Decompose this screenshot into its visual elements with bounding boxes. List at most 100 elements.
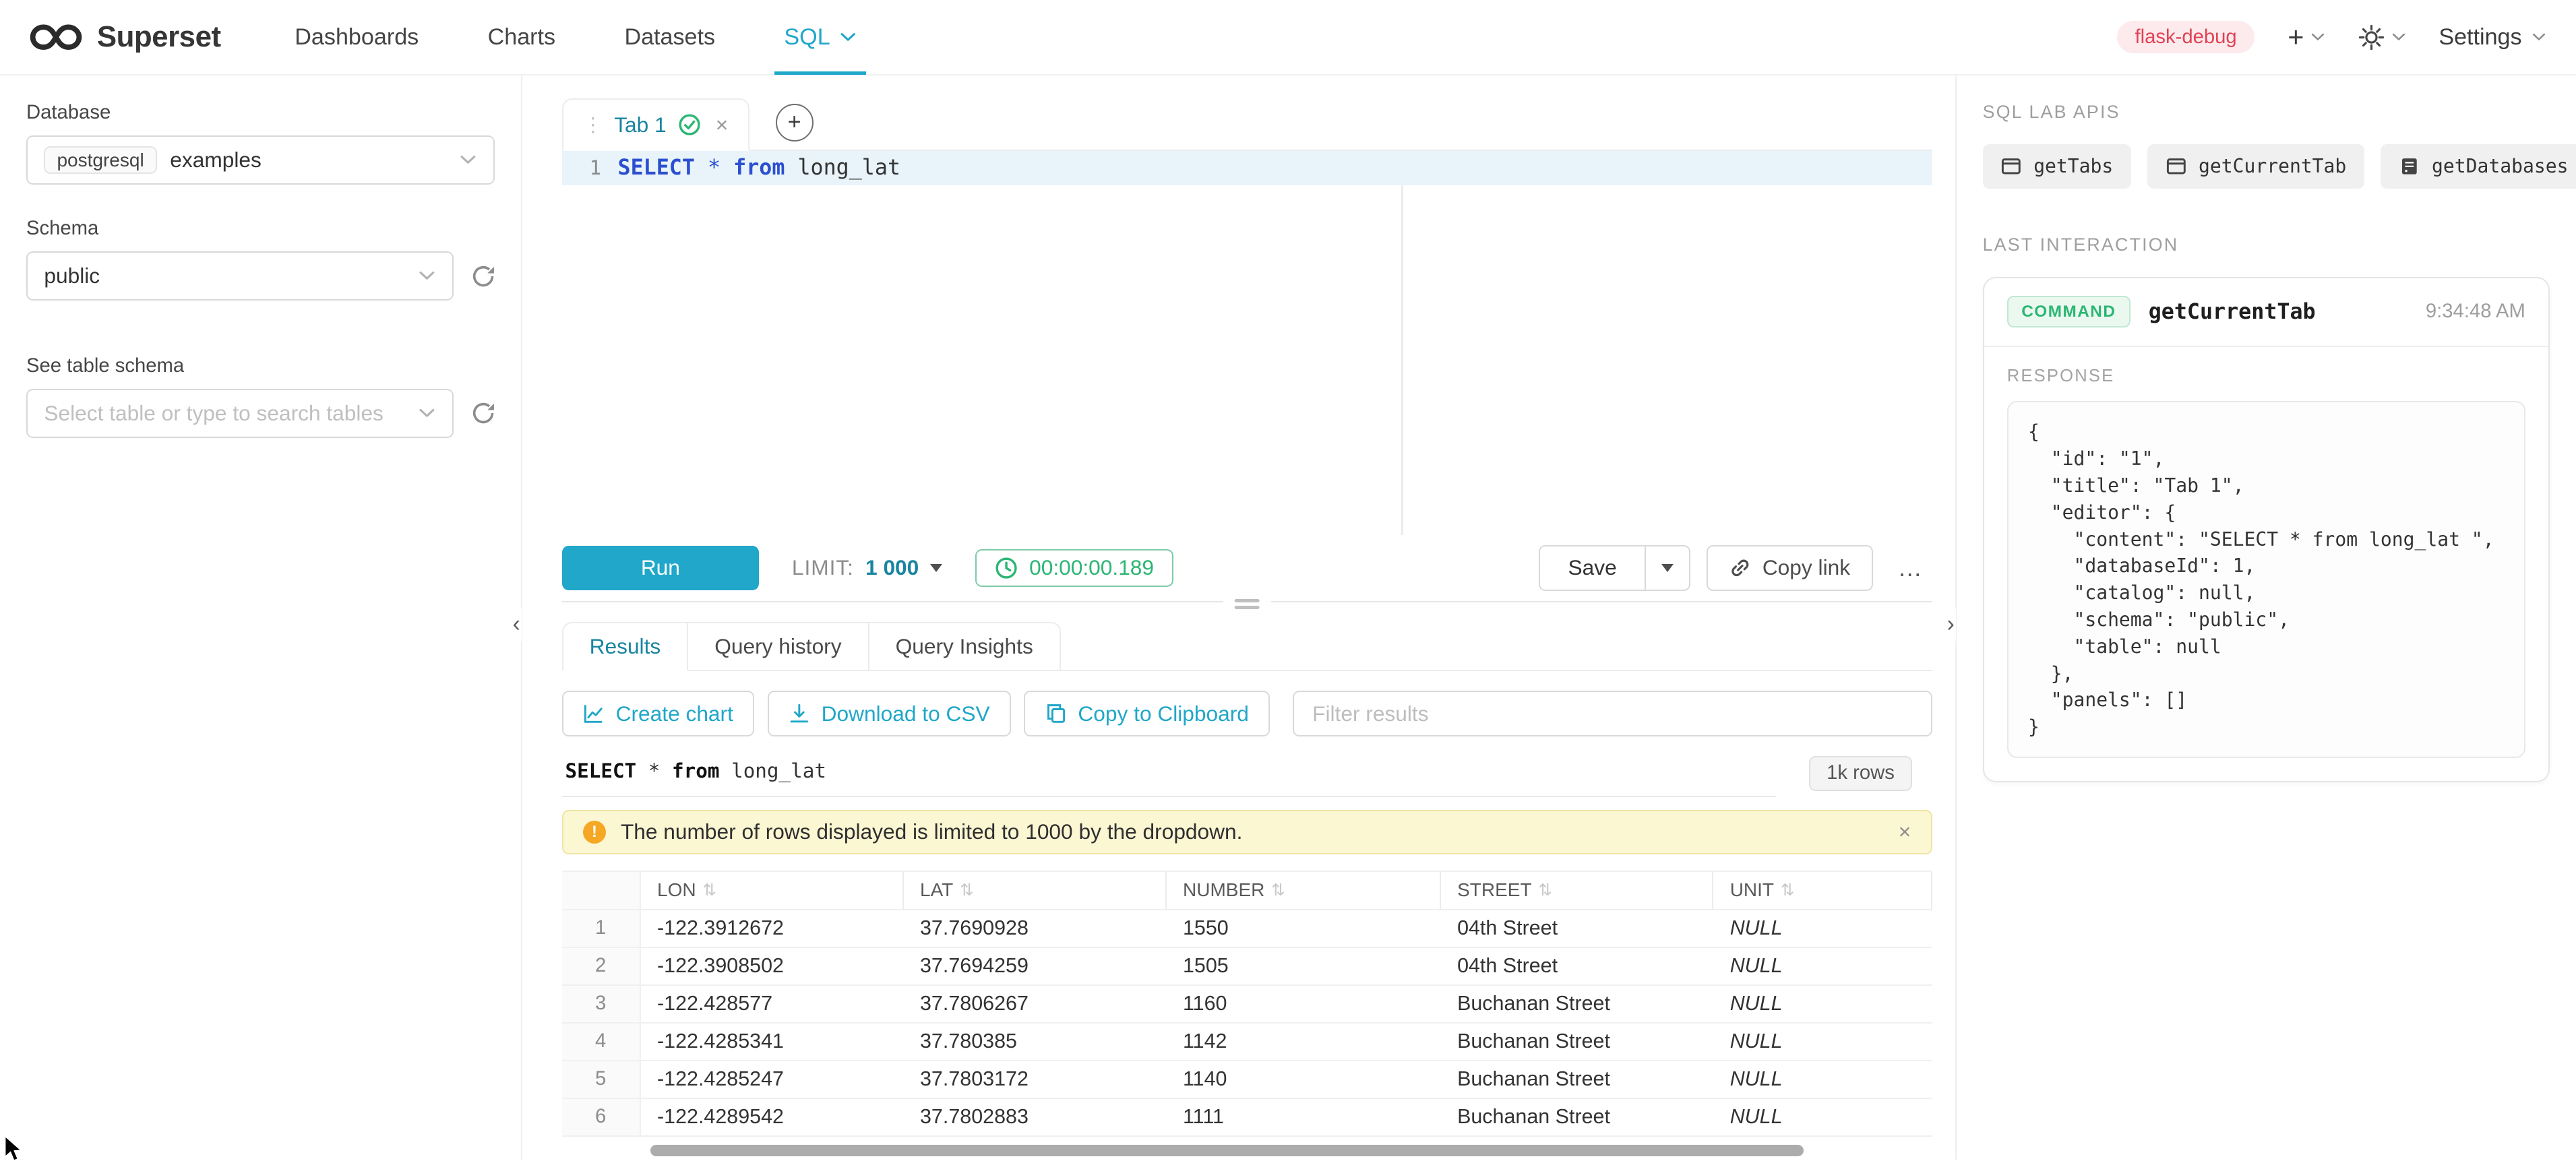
- warning-text: The number of rows displayed is limited …: [621, 819, 1243, 844]
- schema-select[interactable]: public: [26, 251, 454, 301]
- nav-item-dashboards[interactable]: Dashboards: [260, 0, 453, 75]
- caret-down-icon: [1661, 564, 1674, 572]
- close-tab-icon[interactable]: ×: [716, 113, 729, 137]
- sort-icon[interactable]: ⇅: [1538, 880, 1552, 900]
- refresh-icon: [472, 265, 495, 288]
- splitter-drag-handle[interactable]: [1223, 596, 1271, 612]
- refresh-schemas-button[interactable]: [472, 265, 495, 288]
- cell-lon: -122.4285247: [641, 1061, 904, 1098]
- plus-icon: +: [788, 109, 801, 135]
- window-icon: [2000, 156, 2022, 177]
- download-csv-label: Download to CSV: [822, 701, 990, 726]
- tab-results[interactable]: Results: [562, 622, 689, 671]
- cell-street: Buchanan Street: [1441, 1099, 1714, 1135]
- copy-link-label: Copy link: [1762, 555, 1850, 580]
- refresh-icon: [472, 402, 495, 425]
- chevron-down-icon: [840, 32, 856, 42]
- chevron-down-icon: [2532, 33, 2546, 41]
- get-current-tab-button[interactable]: getCurrentTab: [2147, 144, 2364, 189]
- cell-unit: NULL: [1713, 910, 1932, 947]
- sql-editor[interactable]: 1 SELECT * from long_lat: [562, 151, 1932, 535]
- editor-tab[interactable]: ⋮ Tab 1 ×: [562, 98, 749, 151]
- cell-lat: 37.7806267: [904, 986, 1167, 1022]
- database-select-value: examples: [170, 148, 262, 172]
- nav-menu: Dashboards Charts Datasets SQL: [260, 0, 891, 75]
- interaction-card-body: RESPONSE { "id": "1", "title": "Tab 1", …: [1984, 347, 2548, 782]
- create-chart-label: Create chart: [616, 701, 733, 726]
- create-chart-button[interactable]: Create chart: [562, 691, 755, 736]
- cell-lon: -122.3912672: [641, 910, 904, 947]
- horizontal-scrollbar-thumb[interactable]: [650, 1145, 1804, 1156]
- filter-results-input[interactable]: [1293, 691, 1932, 736]
- copy-link-button[interactable]: Copy link: [1707, 545, 1872, 591]
- tab-query-insights[interactable]: Query Insights: [869, 622, 1061, 671]
- save-dropdown-button[interactable]: [1646, 545, 1690, 591]
- get-databases-button[interactable]: getDatabases: [2381, 144, 2576, 189]
- query-timer: 00:00:00.189: [975, 549, 1173, 587]
- nav-item-sql[interactable]: SQL: [749, 0, 891, 75]
- cell-unit: NULL: [1713, 1024, 1932, 1060]
- sort-icon[interactable]: ⇅: [960, 880, 973, 900]
- row-number: 2: [562, 948, 641, 984]
- copy-clipboard-button[interactable]: Copy to Clipboard: [1024, 691, 1270, 736]
- tab-query-history[interactable]: Query history: [688, 622, 869, 671]
- results-actions: Create chart Download to CSV Copy to Cli…: [562, 691, 1932, 736]
- column-header-number[interactable]: NUMBER ⇅: [1167, 872, 1441, 909]
- collapse-right-panel-handle[interactable]: ›: [1945, 608, 1956, 641]
- get-current-tab-label: getCurrentTab: [2199, 155, 2346, 177]
- cell-unit: NULL: [1713, 1099, 1932, 1135]
- column-header-unit[interactable]: UNIT ⇅: [1713, 872, 1932, 909]
- table-select[interactable]: Select table or type to search tables: [26, 389, 454, 438]
- save-query-button[interactable]: Save: [1539, 545, 1646, 591]
- database-select[interactable]: postgresql examples: [26, 135, 495, 185]
- cell-lon: -122.4289542: [641, 1099, 904, 1135]
- more-options-button[interactable]: …: [1889, 554, 1932, 582]
- table-row: 4 -122.4285341 37.780385 1142 Buchanan S…: [562, 1024, 1932, 1061]
- cell-street: Buchanan Street: [1441, 1061, 1714, 1098]
- api-panel-title: SQL LAB APIS: [1983, 102, 2550, 123]
- limit-value: 1 000: [865, 555, 919, 580]
- nav-item-sql-label: SQL: [784, 24, 830, 51]
- mouse-cursor: [3, 1135, 23, 1162]
- line-number: 1: [562, 156, 618, 179]
- run-query-button[interactable]: Run: [562, 546, 760, 590]
- add-tab-button[interactable]: +: [776, 104, 814, 142]
- close-alert-icon[interactable]: ×: [1899, 819, 1911, 844]
- sql-identifier: long_lat: [797, 156, 900, 180]
- limit-dropdown[interactable]: LIMIT: 1 000: [792, 555, 942, 580]
- new-item-button[interactable]: +: [2288, 23, 2325, 51]
- column-header-lon[interactable]: LON ⇅: [641, 872, 904, 909]
- column-header-street[interactable]: STREET ⇅: [1441, 872, 1714, 909]
- column-header-lat[interactable]: LAT ⇅: [904, 872, 1167, 909]
- cell-street: 04th Street: [1441, 910, 1714, 947]
- cell-street: 04th Street: [1441, 948, 1714, 984]
- cell-lat: 37.7694259: [904, 948, 1167, 984]
- download-csv-button[interactable]: Download to CSV: [768, 691, 1011, 736]
- limit-label: LIMIT:: [792, 555, 854, 580]
- get-tabs-button[interactable]: getTabs: [1983, 144, 2131, 189]
- cell-unit: NULL: [1713, 1061, 1932, 1098]
- column-label: NUMBER: [1183, 879, 1264, 901]
- nav-item-charts[interactable]: Charts: [453, 0, 590, 75]
- chevron-down-icon: [2391, 33, 2406, 41]
- table-row: 6 -122.4289542 37.7802883 1111 Buchanan …: [562, 1099, 1932, 1137]
- get-tabs-label: getTabs: [2033, 155, 2113, 177]
- theme-toggle-button[interactable]: [2358, 24, 2406, 51]
- chevron-down-icon: [418, 408, 436, 418]
- settings-menu[interactable]: Settings: [2439, 24, 2546, 51]
- nav-item-datasets[interactable]: Datasets: [590, 0, 749, 75]
- sort-icon[interactable]: ⇅: [702, 880, 716, 900]
- row-count-badge: 1k rows: [1809, 756, 1913, 791]
- pane-splitter[interactable]: [562, 601, 1932, 602]
- collapse-left-panel-handle[interactable]: ‹: [511, 608, 522, 641]
- sort-icon[interactable]: ⇅: [1271, 880, 1285, 900]
- window-icon: [2166, 156, 2187, 177]
- refresh-tables-button[interactable]: [472, 402, 495, 425]
- cell-lon: -122.4285341: [641, 1024, 904, 1060]
- superset-brand[interactable]: Superset: [30, 20, 221, 54]
- limit-warning-alert: ! The number of rows displayed is limite…: [562, 810, 1932, 854]
- executed-query-text: SELECT * from long_lat: [562, 750, 1776, 797]
- query-keyword: from: [672, 759, 731, 782]
- sort-icon[interactable]: ⇅: [1781, 880, 1794, 900]
- cell-number: 1505: [1167, 948, 1441, 984]
